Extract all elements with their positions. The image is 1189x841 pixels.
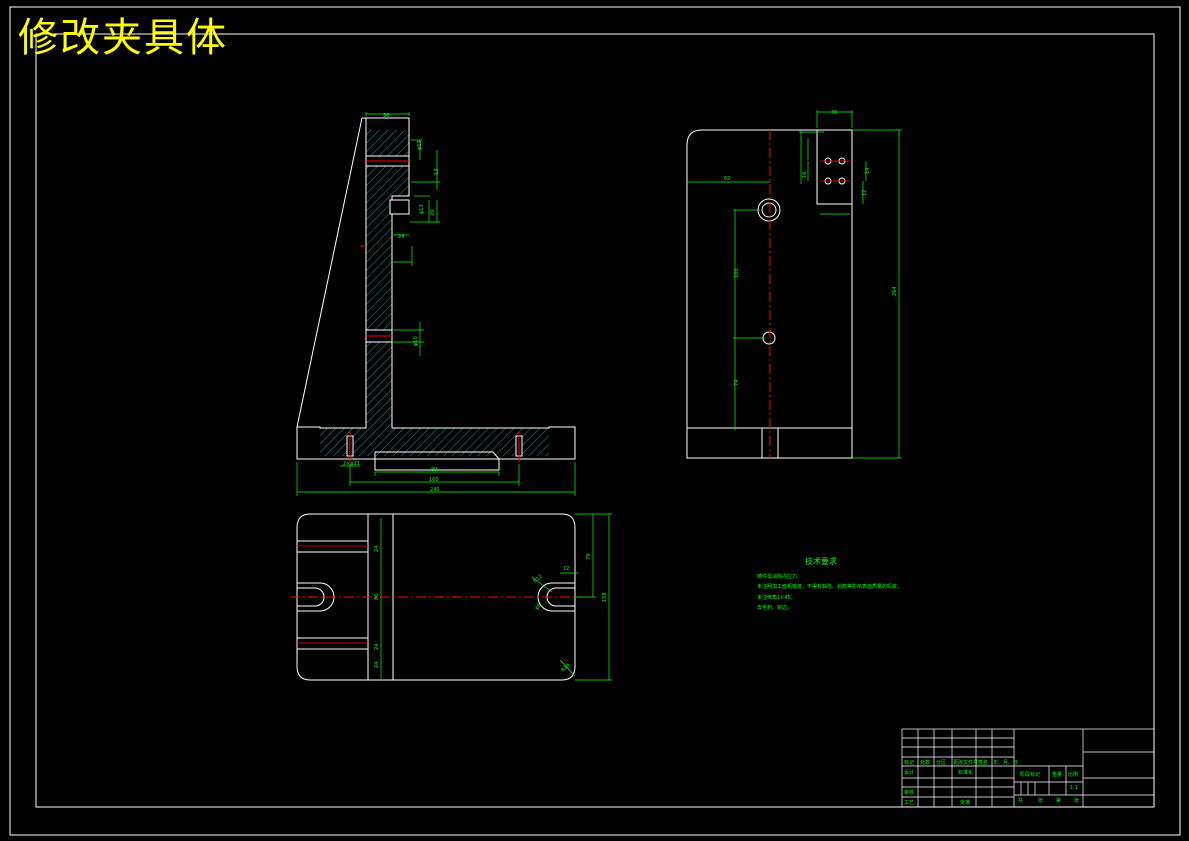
title-block-sheet-no: 第 [1056,798,1062,804]
title-block-design: 设计 [904,770,915,776]
title-block-header: 更改文件号 [953,760,979,766]
svg-text:36: 36 [383,113,389,119]
svg-text:16: 16 [802,172,808,178]
svg-text:12: 12 [862,190,868,196]
svg-text:24: 24 [374,644,380,650]
top-view [290,513,582,681]
svg-text:14: 14 [865,168,871,174]
svg-text:264: 264 [892,286,898,296]
drawing-title: 修改夹具体 [18,15,228,61]
title-block-check: 审核 [904,790,915,796]
svg-text:2×φ11: 2×φ11 [343,461,360,467]
svg-text:24: 24 [374,546,380,552]
title-block-sheet-unit: 张 [1038,798,1044,804]
title-block-scale: 比例 [1068,772,1079,778]
title-block-stage: 阶段标记 [1020,772,1041,778]
requirement-item: 未注明加工面粗糙度，不得有缺陷、划痕等影响表面质量的瑕疵。 [757,584,903,590]
requirement-item: 去毛刺、锐边。 [757,605,793,611]
svg-text:160: 160 [429,477,439,483]
title-block-header: 年、月、日 [993,760,1019,766]
technical-requirements-heading: 技术要求 [805,557,837,566]
title-block-header: 分区 [936,760,947,766]
svg-text:79: 79 [586,554,592,560]
title-block-process: 工艺 [904,800,915,806]
title-block-scale-value: 1:1 [1070,785,1079,791]
svg-text:φ13: φ13 [419,204,425,214]
title-block-sheet-total: 共 [1018,798,1024,804]
title-block [901,728,1155,808]
svg-text:240: 240 [430,487,440,493]
svg-text:12: 12 [563,566,569,572]
svg-text:R12: R12 [532,574,543,585]
title-block-sheet-unit2: 张 [1074,798,1080,804]
requirement-item: 未注倒角1×45。 [757,595,796,601]
svg-text:φ8: φ8 [534,602,543,611]
svg-text:36: 36 [831,110,837,116]
svg-text:62: 62 [724,176,730,182]
svg-text:20: 20 [430,210,436,216]
svg-text:24: 24 [398,234,404,240]
svg-text:φ13: φ13 [417,140,423,150]
title-block-weight: 重量 [1052,772,1063,778]
svg-text:80: 80 [374,594,380,600]
svg-text:13: 13 [434,169,440,175]
svg-text:80: 80 [431,467,437,473]
svg-text:R16: R16 [560,662,571,673]
svg-text:158: 158 [602,592,608,602]
drawing-sheet: 36 φ13 13 φ13 20 24 φ10 80 160 240 2×φ11 [9,6,1181,836]
title-block-standard: 标准化 [958,770,974,776]
svg-text:φ10: φ10 [413,336,419,346]
svg-text:100: 100 [734,268,740,278]
outer-border [9,6,1181,836]
side-view-dimensions [687,110,902,459]
title-block-header: 处数 [920,760,931,766]
side-view [686,129,853,459]
svg-text:24: 24 [374,662,380,668]
requirement-item: 铸件需消除内应力。 [757,574,803,580]
svg-text:74: 74 [734,380,740,386]
title-block-header: 标记 [904,760,915,766]
title-block-approve: 批准 [960,800,971,806]
inner-border [35,33,1155,808]
title-block-header: 签名 [978,760,989,766]
